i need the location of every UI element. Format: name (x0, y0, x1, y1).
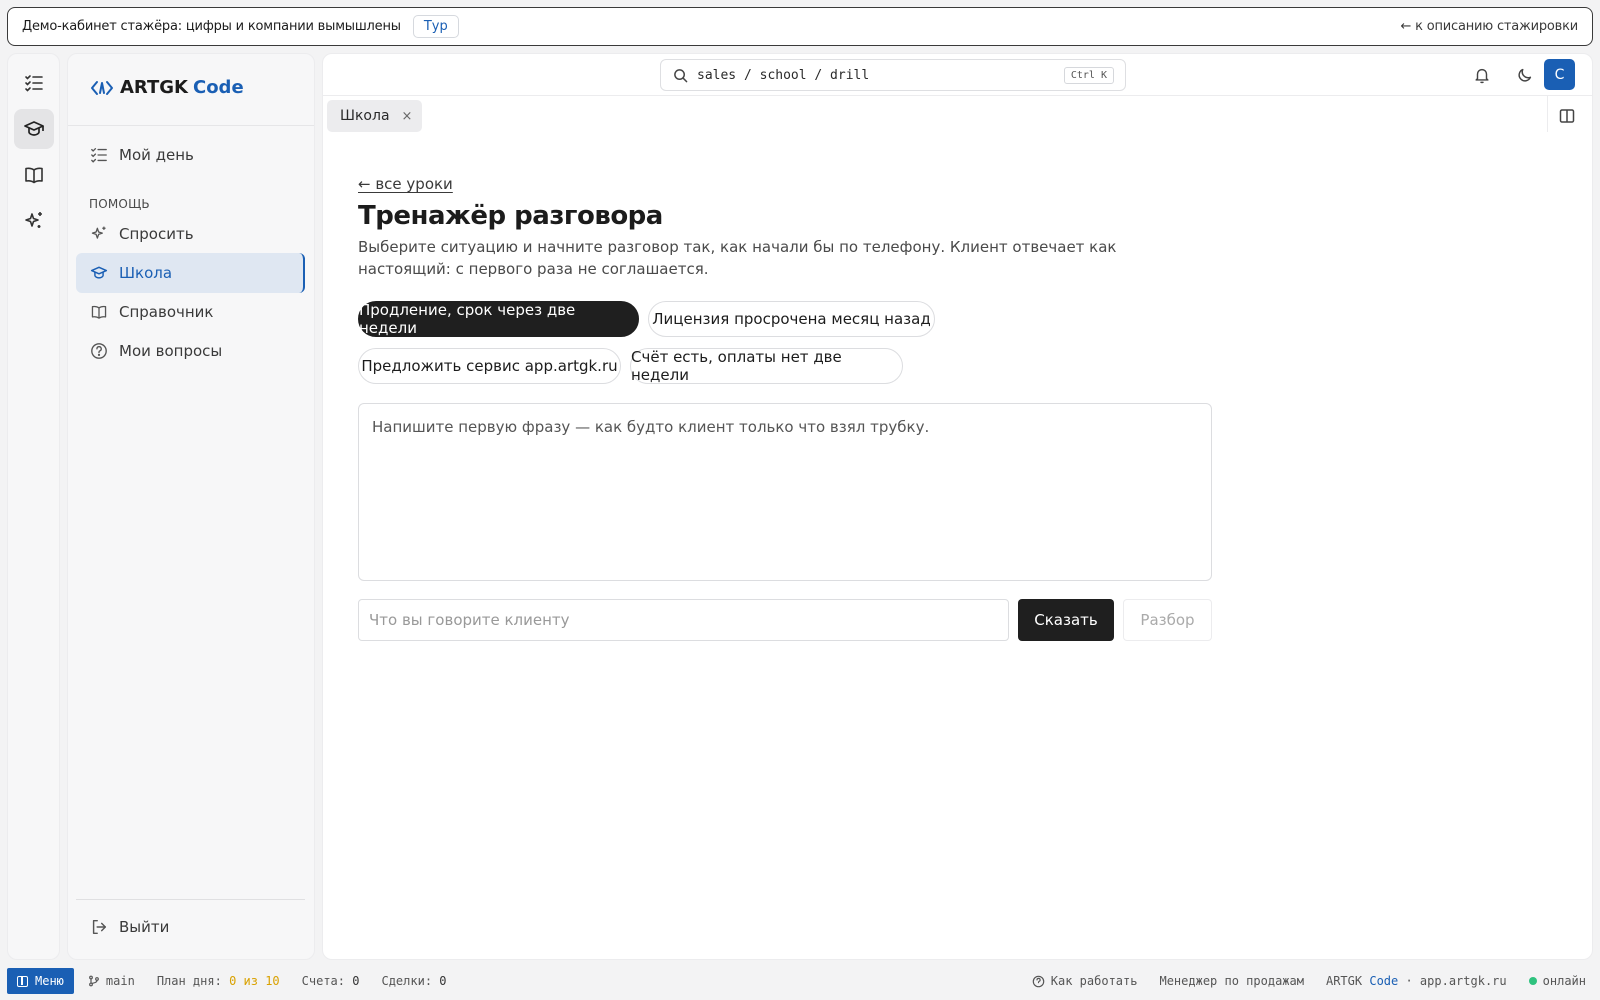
say-button[interactable]: Сказать (1018, 599, 1114, 641)
checklist-icon (89, 145, 109, 165)
rail-checklist-icon[interactable] (14, 63, 54, 103)
page-description: Выберите ситуацию и начните разговор так… (358, 238, 1117, 278)
search-icon (674, 68, 688, 82)
status-domain: · app.artgk.ru (1405, 974, 1507, 988)
internship-back-link[interactable]: ← к описанию стажировки (1401, 19, 1579, 34)
invoices-status: Счета: 0 (302, 974, 360, 988)
review-button[interactable]: Разбор (1123, 599, 1212, 641)
how-it-works-link[interactable]: Как работать (1032, 974, 1138, 988)
all-lessons-link[interactable]: ← все уроки (358, 175, 453, 193)
icon-rail (7, 53, 60, 960)
menu-label: Меню (35, 974, 64, 988)
sidebar-item-my-questions[interactable]: Мои вопросы (76, 331, 305, 371)
sidebar-section-help: ПОМОЩЬ (89, 197, 150, 211)
top-bar: sales / school / drill Ctrl K С (323, 54, 1592, 96)
sidebar-toggle-icon (17, 975, 28, 987)
sidebar-bottom-divider (76, 899, 305, 900)
online-dot-icon (1528, 977, 1537, 985)
reply-input[interactable]: Что вы говорите клиенту (358, 599, 1009, 641)
how-it-works-label: Как работать (1050, 974, 1138, 988)
banner-text: Демо-кабинет стажёра: цифры и компании в… (22, 19, 401, 34)
brand-name: ARTGK (120, 77, 188, 98)
logout-icon (89, 917, 109, 937)
status-brand-name: ARTGK (1325, 974, 1363, 988)
online-status: онлайн (1528, 974, 1586, 988)
tab-school[interactable]: Школа × (327, 100, 423, 132)
code-brackets-icon (91, 80, 113, 95)
sidebar: ARTGK Code Мой день ПОМОЩЬ Спросить Школ… (67, 53, 315, 960)
plan-value: 0 из 10 (229, 974, 280, 988)
sidebar-item-ask[interactable]: Спросить (76, 214, 305, 254)
user-role: Менеджер по продажам (1159, 974, 1304, 988)
rail-sparkles-icon[interactable] (14, 201, 54, 241)
status-right: Как работать Менеджер по продажам ARTGK … (1010, 974, 1586, 988)
sidebar-item-reference[interactable]: Справочник (76, 292, 305, 332)
git-branch-icon (89, 975, 99, 987)
search-path: sales / school / drill (697, 67, 870, 83)
invoices-label: Счета: (301, 974, 346, 988)
deals-status: Сделки: 0 (381, 974, 446, 988)
panel-divider (1547, 96, 1548, 132)
sidebar-item-my-day[interactable]: Мой день (76, 135, 305, 175)
conversation-placeholder: Напишите первую фразу — как будто клиент… (372, 418, 930, 436)
rail-book-icon[interactable] (14, 155, 54, 195)
online-label: онлайн (1542, 974, 1586, 988)
sidebar-item-label: Мои вопросы (119, 342, 223, 360)
shortcut-hint: Ctrl K (1063, 67, 1114, 84)
split-panel-icon[interactable] (1556, 105, 1578, 127)
sidebar-item-label: Спросить (119, 225, 194, 243)
avatar[interactable]: С (1544, 59, 1575, 90)
scenario-chip[interactable]: Продление, срок через две недели (358, 301, 639, 337)
graduation-cap-icon (89, 263, 109, 283)
scenario-chip[interactable]: Предложить сервис app.artgk.ru (358, 348, 621, 384)
deals-label: Сделки: (381, 974, 433, 988)
branch-name: main (105, 974, 135, 988)
command-search[interactable]: sales / school / drill Ctrl K (660, 59, 1126, 91)
moon-icon[interactable] (1510, 60, 1540, 90)
status-brand-accent: Code (1369, 974, 1399, 988)
menu-button[interactable]: Меню (7, 968, 74, 994)
tour-button[interactable]: Тур (412, 15, 459, 38)
day-plan-status: План дня: 0 из 10 (157, 974, 280, 988)
plan-label: План дня: (156, 974, 222, 988)
sidebar-item-label: Справочник (119, 303, 214, 321)
tab-label: Школа (340, 108, 390, 124)
status-bar: Меню main План дня: 0 из 10 Счета: 0 Сде… (0, 966, 1600, 996)
page-title: Тренажёр разговора (358, 201, 663, 231)
rail-graduation-cap-icon[interactable] (14, 109, 54, 149)
sidebar-item-school[interactable]: Школа (76, 253, 305, 293)
sidebar-item-label: Мой день (119, 146, 194, 164)
bell-icon[interactable] (1467, 60, 1497, 90)
conversation-area: Напишите первую фразу — как будто клиент… (358, 403, 1212, 581)
scenario-chip[interactable]: Лицензия просрочена месяц назад (648, 301, 935, 337)
close-icon[interactable]: × (402, 109, 413, 124)
logout-label: Выйти (119, 918, 170, 936)
sidebar-divider (68, 125, 314, 126)
help-circle-icon (1032, 975, 1045, 987)
help-circle-icon (89, 341, 109, 361)
demo-banner: Демо-кабинет стажёра: цифры и компании в… (7, 7, 1593, 46)
scenario-chip[interactable]: Счёт есть, оплаты нет две недели (630, 348, 903, 384)
book-icon (89, 302, 109, 322)
deals-value: 0 (439, 974, 447, 988)
main-panel: sales / school / drill Ctrl K С Школа × … (322, 53, 1593, 960)
sparkles-icon (89, 224, 109, 244)
sidebar-item-label: Школа (119, 264, 173, 282)
status-brand: ARTGK Code · app.artgk.ru (1326, 974, 1507, 988)
brand-accent: Code (192, 77, 244, 98)
brand-logo[interactable]: ARTGK Code (90, 77, 244, 98)
invoices-value: 0 (352, 974, 360, 988)
logout-button[interactable]: Выйти (76, 907, 305, 947)
branch-indicator: main (88, 974, 135, 988)
